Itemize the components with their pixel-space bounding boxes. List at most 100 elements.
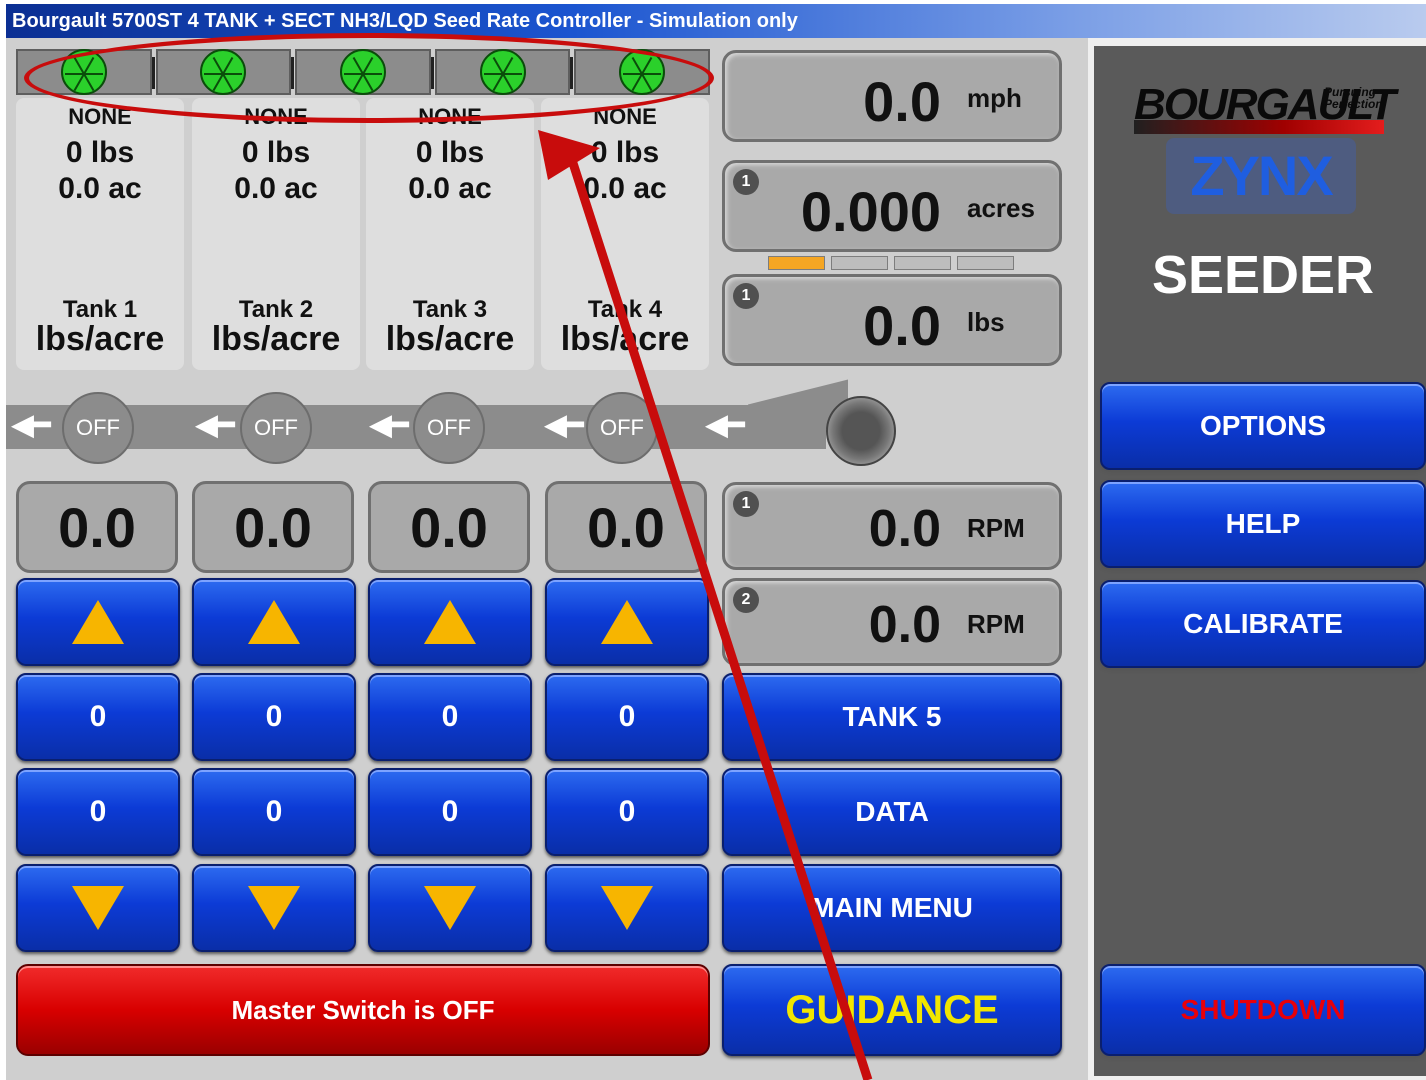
section-wheel-icon bbox=[60, 49, 107, 95]
fan-1-rpm-readout[interactable]: 1 0.0 RPM bbox=[722, 482, 1062, 570]
tank-4-target-button[interactable]: 0 bbox=[545, 673, 709, 761]
meter-3-status[interactable]: OFF bbox=[413, 392, 485, 464]
tank-4-rate: 0.0 bbox=[545, 481, 707, 573]
tank-weight: 0 lbs bbox=[415, 136, 485, 169]
arrow-down-icon bbox=[248, 886, 300, 930]
fan-2-rpm-readout[interactable]: 2 0.0 RPM bbox=[722, 578, 1062, 666]
section-4[interactable] bbox=[434, 49, 574, 95]
tank-3-increase-button[interactable] bbox=[368, 578, 532, 666]
fan-2-index: 2 bbox=[733, 587, 759, 613]
logo-stripe bbox=[1134, 120, 1384, 134]
area-unit: acres bbox=[967, 193, 1035, 223]
section-2[interactable] bbox=[155, 49, 295, 95]
tank-rate-unit: lbs/acre bbox=[35, 320, 165, 358]
flow-arrow-icon: ◀━ bbox=[12, 409, 51, 440]
page-indicator-segment bbox=[768, 256, 825, 270]
fan-2-rpm-unit: RPM bbox=[967, 609, 1025, 639]
tank-area: 0.0 ac bbox=[234, 172, 318, 205]
speed-unit: mph bbox=[967, 83, 1022, 113]
tank-rate-unit: lbs/acre bbox=[211, 320, 341, 358]
tank-panel-3[interactable]: NONE 0 lbs 0.0 ac Tank 3 lbs/acre bbox=[366, 98, 534, 370]
main-menu-button[interactable]: MAIN MENU bbox=[722, 864, 1062, 952]
section-wheel-icon bbox=[479, 49, 526, 95]
meter-2-status[interactable]: OFF bbox=[240, 392, 312, 464]
flow-arrow-icon: ◀━ bbox=[196, 409, 235, 440]
zynx-logo: ZYNX bbox=[1166, 138, 1356, 214]
tank-4-increase-button[interactable] bbox=[545, 578, 709, 666]
tank-panel-4[interactable]: NONE 0 lbs 0.0 ac Tank 4 lbs/acre bbox=[541, 98, 709, 370]
page-indicator-segment bbox=[957, 256, 1014, 270]
arrow-up-icon bbox=[601, 600, 653, 644]
tank-weight: 0 lbs bbox=[590, 136, 660, 169]
tank-2-preset-button[interactable]: 0 bbox=[192, 768, 356, 856]
arrow-down-icon bbox=[424, 886, 476, 930]
tank-3-decrease-button[interactable] bbox=[368, 864, 532, 952]
window-title: Bourgault 5700ST 4 TANK + SECT NH3/LQD S… bbox=[12, 10, 798, 32]
tank-panel-1[interactable]: NONE 0 lbs 0.0 ac Tank 1 lbs/acre bbox=[16, 98, 184, 370]
fan-2-rpm-value: 0.0 bbox=[868, 596, 941, 654]
guidance-button[interactable]: GUIDANCE bbox=[722, 964, 1062, 1056]
arrow-down-icon bbox=[601, 886, 653, 930]
data-button[interactable]: DATA bbox=[722, 768, 1062, 856]
fan-1-rpm-unit: RPM bbox=[967, 513, 1025, 543]
tank-weight: 0 lbs bbox=[241, 136, 311, 169]
tank-area: 0.0 ac bbox=[408, 172, 492, 205]
section-5[interactable] bbox=[574, 49, 710, 95]
fan-1-index: 1 bbox=[733, 491, 759, 517]
page-indicator-segment bbox=[831, 256, 888, 270]
area-readout[interactable]: 1 0.000 acres bbox=[722, 160, 1062, 252]
help-button[interactable]: HELP bbox=[1100, 480, 1426, 568]
tank-panel-2[interactable]: NONE 0 lbs 0.0 ac Tank 2 lbs/acre bbox=[192, 98, 360, 370]
tank-weight: 0 lbs bbox=[65, 136, 135, 169]
tank-product: NONE bbox=[418, 104, 482, 129]
window-title-bar: Bourgault 5700ST 4 TANK + SECT NH3/LQD S… bbox=[6, 4, 1426, 38]
speed-readout: 0.0 mph bbox=[722, 50, 1062, 142]
tank-rate-unit: lbs/acre bbox=[385, 320, 515, 358]
tank-1-increase-button[interactable] bbox=[16, 578, 180, 666]
tank-1-target-button[interactable]: 0 bbox=[16, 673, 180, 761]
tank-area: 0.0 ac bbox=[583, 172, 667, 205]
tank-1-decrease-button[interactable] bbox=[16, 864, 180, 952]
tank-2-increase-button[interactable] bbox=[192, 578, 356, 666]
logo-tagline: Pursuing Perfection bbox=[1324, 85, 1383, 111]
tank-1-preset-button[interactable]: 0 bbox=[16, 768, 180, 856]
tank-product: NONE bbox=[244, 104, 308, 129]
tank-4-preset-button[interactable]: 0 bbox=[545, 768, 709, 856]
tank-3-rate: 0.0 bbox=[368, 481, 530, 573]
tank-area: 0.0 ac bbox=[58, 172, 142, 205]
calibrate-button[interactable]: CALIBRATE bbox=[1100, 580, 1426, 668]
fan-icon bbox=[826, 396, 896, 466]
section-1[interactable] bbox=[16, 49, 155, 95]
tank-2-rate: 0.0 bbox=[192, 481, 354, 573]
arrow-up-icon bbox=[424, 600, 476, 644]
section-3[interactable] bbox=[295, 49, 434, 95]
master-switch-button[interactable]: Master Switch is OFF bbox=[16, 964, 710, 1056]
flow-arrow-icon: ◀━ bbox=[706, 409, 745, 440]
section-divider bbox=[291, 57, 295, 89]
tank-3-preset-button[interactable]: 0 bbox=[368, 768, 532, 856]
options-button[interactable]: OPTIONS bbox=[1100, 382, 1426, 470]
page-indicator bbox=[768, 256, 1014, 270]
shutdown-button[interactable]: SHUTDOWN bbox=[1100, 964, 1426, 1056]
flow-arrow-icon: ◀━ bbox=[545, 409, 584, 440]
tank-5-button[interactable]: TANK 5 bbox=[722, 673, 1062, 761]
page-indicator-segment bbox=[894, 256, 951, 270]
speed-value: 0.0 bbox=[863, 70, 941, 133]
arrow-down-icon bbox=[72, 886, 124, 930]
tank-2-target-button[interactable]: 0 bbox=[192, 673, 356, 761]
meter-4-status[interactable]: OFF bbox=[586, 392, 658, 464]
tank-1-rate: 0.0 bbox=[16, 481, 178, 573]
weight-unit: lbs bbox=[967, 307, 1005, 337]
section-wheel-icon bbox=[200, 49, 247, 95]
arrow-up-icon bbox=[248, 600, 300, 644]
tank-rate-unit: lbs/acre bbox=[560, 320, 690, 358]
meter-1-status[interactable]: OFF bbox=[62, 392, 134, 464]
weight-readout[interactable]: 1 0.0 lbs bbox=[722, 274, 1062, 366]
section-divider bbox=[430, 57, 434, 89]
section-status-bar bbox=[16, 49, 710, 95]
tank-2-decrease-button[interactable] bbox=[192, 864, 356, 952]
tank-product: NONE bbox=[68, 104, 132, 129]
tank-3-target-button[interactable]: 0 bbox=[368, 673, 532, 761]
tank-product: NONE bbox=[593, 104, 657, 129]
tank-4-decrease-button[interactable] bbox=[545, 864, 709, 952]
